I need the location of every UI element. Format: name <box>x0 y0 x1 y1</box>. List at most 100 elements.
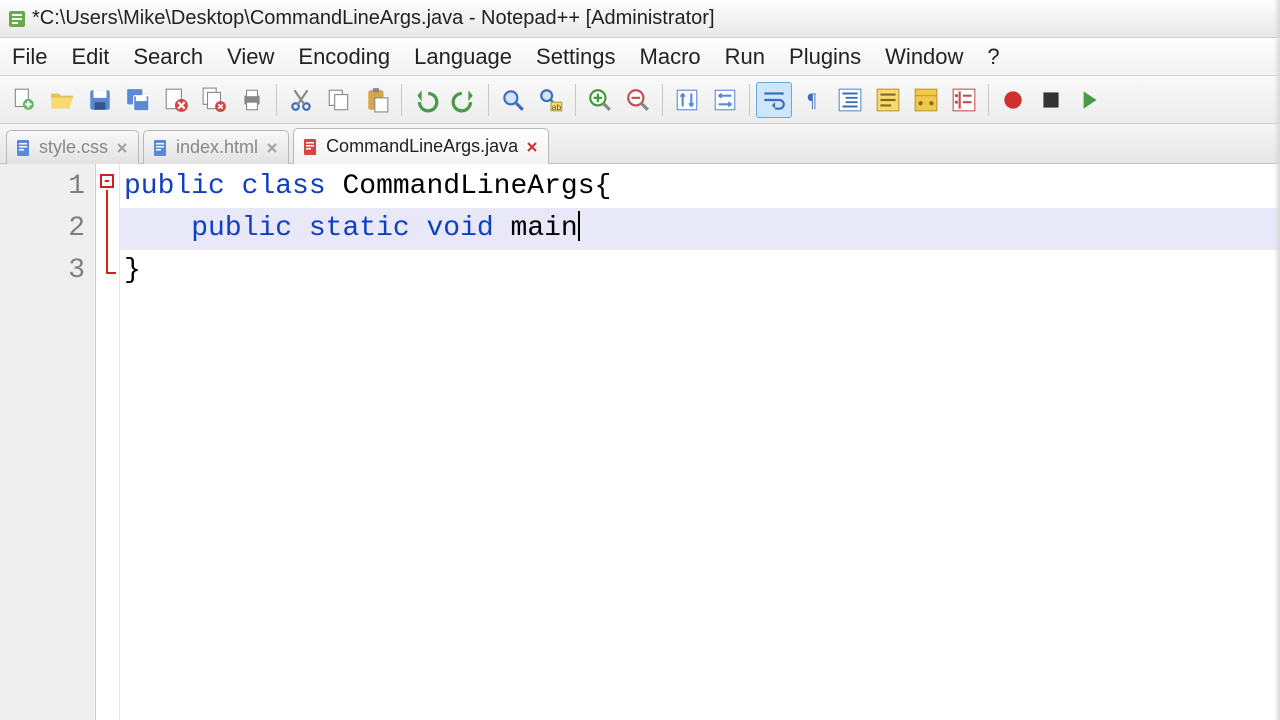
stop-button[interactable] <box>1033 82 1069 118</box>
function-list-button[interactable] <box>946 82 982 118</box>
file-icon <box>15 139 33 157</box>
fold-toggle-icon[interactable]: - <box>100 174 114 188</box>
fold-guide-end <box>106 272 116 274</box>
tab-label: index.html <box>176 137 258 158</box>
indent-guide-icon <box>837 87 863 113</box>
zoom-in-button[interactable] <box>582 82 618 118</box>
menu-edit[interactable]: Edit <box>63 40 125 74</box>
word-wrap-icon <box>761 87 787 113</box>
menu-macro[interactable]: Macro <box>632 40 717 74</box>
save-button[interactable] <box>82 82 118 118</box>
zoom-out-button[interactable] <box>620 82 656 118</box>
close-button[interactable] <box>158 82 194 118</box>
code-token <box>292 213 309 244</box>
close-tab-icon[interactable] <box>264 140 280 156</box>
fold-guide-line <box>106 190 108 274</box>
tab-label: style.css <box>39 137 108 158</box>
menu-search[interactable]: Search <box>125 40 219 74</box>
menu-window[interactable]: Window <box>877 40 979 74</box>
close-all-icon <box>201 87 227 113</box>
code-token: CommandLineArgs{ <box>326 171 612 202</box>
copy-button[interactable] <box>321 82 357 118</box>
show-all-icon: ¶ <box>799 87 825 113</box>
sync-v-button[interactable] <box>669 82 705 118</box>
save-icon <box>87 87 113 113</box>
zoom-out-icon <box>625 87 651 113</box>
open-button[interactable] <box>44 82 80 118</box>
fold-column[interactable]: - <box>96 164 120 720</box>
code-token: static <box>309 213 410 244</box>
indent-guide-button[interactable] <box>832 82 868 118</box>
toolbar-separator <box>401 84 402 116</box>
menu-settings[interactable]: Settings <box>528 40 632 74</box>
redo-icon <box>451 87 477 113</box>
code-token <box>410 213 427 244</box>
close-tab-icon[interactable] <box>114 140 130 156</box>
folder-button[interactable] <box>908 82 944 118</box>
menu-help[interactable]: ? <box>979 40 1015 74</box>
paste-icon <box>364 87 390 113</box>
code-token: main <box>494 213 578 244</box>
line-number: 1 <box>0 166 85 208</box>
code-token <box>225 171 242 202</box>
ud-lang-button[interactable] <box>870 82 906 118</box>
file-icon <box>302 138 320 156</box>
new-button[interactable] <box>6 82 42 118</box>
menu-encoding[interactable]: Encoding <box>290 40 406 74</box>
record-icon <box>1000 87 1026 113</box>
sync-h-icon <box>712 87 738 113</box>
menu-file[interactable]: File <box>4 40 63 74</box>
tab-style-css[interactable]: style.css <box>6 130 139 164</box>
record-button[interactable] <box>995 82 1031 118</box>
paste-button[interactable] <box>359 82 395 118</box>
sync-h-button[interactable] <box>707 82 743 118</box>
word-wrap-button[interactable] <box>756 82 792 118</box>
save-all-icon <box>125 87 151 113</box>
open-icon <box>49 87 75 113</box>
line-number-gutter: 123 <box>0 164 96 720</box>
save-all-button[interactable] <box>120 82 156 118</box>
menubar: File Edit Search View Encoding Language … <box>0 38 1280 76</box>
toolbar: ab ¶ <box>0 76 1280 124</box>
toolbar-separator <box>276 84 277 116</box>
code-line[interactable]: } <box>120 250 1280 292</box>
file-icon <box>152 139 170 157</box>
redo-button[interactable] <box>446 82 482 118</box>
editor: 123 - public class CommandLineArgs{ publ… <box>0 164 1280 720</box>
code-line[interactable]: public class CommandLineArgs{ <box>120 166 1280 208</box>
new-icon <box>11 87 37 113</box>
replace-button[interactable]: ab <box>533 82 569 118</box>
cut-icon <box>288 87 314 113</box>
find-button[interactable] <box>495 82 531 118</box>
code-token <box>124 213 191 244</box>
zoom-in-icon <box>587 87 613 113</box>
menu-language[interactable]: Language <box>406 40 528 74</box>
undo-button[interactable] <box>408 82 444 118</box>
code-area[interactable]: public class CommandLineArgs{ public sta… <box>120 164 1280 720</box>
menu-run[interactable]: Run <box>717 40 781 74</box>
code-line[interactable]: public static void main <box>120 208 1280 250</box>
close-all-button[interactable] <box>196 82 232 118</box>
close-tab-icon[interactable] <box>524 139 540 155</box>
print-button[interactable] <box>234 82 270 118</box>
toolbar-separator <box>662 84 663 116</box>
tab-label: CommandLineArgs.java <box>326 136 518 157</box>
window-title: *C:\Users\Mike\Desktop\CommandLineArgs.j… <box>32 7 715 30</box>
tab-index-html[interactable]: index.html <box>143 130 289 164</box>
toolbar-separator <box>749 84 750 116</box>
tab-commandlineargs-java[interactable]: CommandLineArgs.java <box>293 128 549 164</box>
show-all-button[interactable]: ¶ <box>794 82 830 118</box>
line-number: 2 <box>0 208 85 250</box>
line-number: 3 <box>0 250 85 292</box>
menu-view[interactable]: View <box>219 40 290 74</box>
play-button[interactable] <box>1071 82 1107 118</box>
menu-plugins[interactable]: Plugins <box>781 40 877 74</box>
svg-text:¶: ¶ <box>808 90 817 111</box>
window-edge <box>1274 0 1280 720</box>
folder-icon <box>913 87 939 113</box>
print-icon <box>239 87 265 113</box>
ud-lang-icon <box>875 87 901 113</box>
undo-icon <box>413 87 439 113</box>
text-cursor <box>578 211 580 241</box>
cut-button[interactable] <box>283 82 319 118</box>
